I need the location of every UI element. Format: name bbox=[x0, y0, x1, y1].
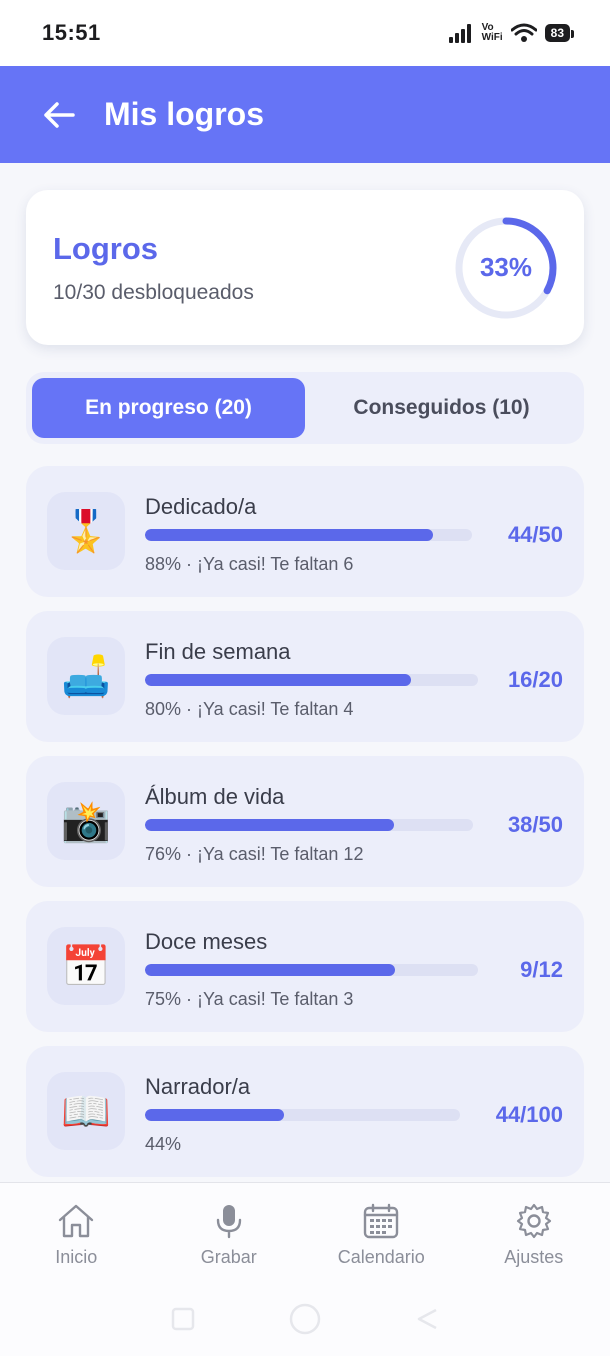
camera-icon: 📸 bbox=[47, 782, 125, 860]
home-icon bbox=[59, 1204, 94, 1238]
achievement-progress-bar bbox=[145, 674, 478, 686]
achievement-card[interactable]: 🛋️ Fin de semana 80% · ¡Ya casi! Te falt… bbox=[26, 611, 584, 742]
app-header: Mis logros bbox=[0, 66, 610, 163]
achievement-name: Doce meses bbox=[145, 929, 268, 954]
achievement-progress-fill bbox=[145, 529, 433, 541]
status-bar: 15:51 Vo WiFi 83 bbox=[0, 0, 610, 66]
vowifi-icon: Vo WiFi bbox=[481, 22, 503, 43]
nav-label: Calendario bbox=[337, 1247, 425, 1267]
progress-ring-label: 33% bbox=[479, 252, 533, 282]
tab-completed[interactable]: Conseguidos (10) bbox=[305, 378, 578, 438]
achievement-count: 9/12 bbox=[520, 957, 563, 982]
recent-apps-icon[interactable] bbox=[170, 1306, 196, 1332]
medal-icon: 🎖️ bbox=[47, 492, 125, 570]
couch-icon: 🛋️ bbox=[47, 637, 125, 715]
wifi-icon bbox=[510, 23, 537, 42]
system-nav-bar bbox=[0, 1282, 610, 1356]
achievement-meta: 80% · ¡Ya casi! Te faltan 4 bbox=[145, 699, 354, 719]
calendar-icon: 📅 bbox=[47, 927, 125, 1005]
summary-card: Logros 10/30 desbloqueados 33% bbox=[26, 190, 584, 345]
status-icons: Vo WiFi 83 bbox=[448, 22, 575, 43]
achievement-meta: 44% bbox=[145, 1134, 182, 1154]
book-icon: 📖 bbox=[47, 1072, 125, 1150]
calendar-icon bbox=[364, 1203, 399, 1239]
achievement-tabs: En progreso (20) Conseguidos (10) bbox=[26, 372, 584, 444]
microphone-icon bbox=[216, 1205, 241, 1239]
page-title: Mis logros bbox=[104, 96, 265, 132]
achievement-name: Álbum de vida bbox=[145, 784, 285, 809]
summary-subtitle: 10/30 desbloqueados bbox=[53, 280, 254, 304]
achievement-progress-fill bbox=[145, 674, 412, 686]
nav-item-record[interactable]: Grabar bbox=[153, 1183, 306, 1282]
arrow-left-icon bbox=[44, 101, 75, 128]
achievement-card[interactable]: 🎖️ Dedicado/a 88% · ¡Ya casi! Te faltan … bbox=[26, 466, 584, 597]
nav-item-home[interactable]: Inicio bbox=[0, 1183, 153, 1282]
achievement-card[interactable]: 📸 Álbum de vida 76% · ¡Ya casi! Te falta… bbox=[26, 756, 584, 887]
nav-item-calendar[interactable]: Calendario bbox=[305, 1183, 458, 1282]
achievement-card[interactable]: 📖 Narrador/a 44% 44/100 bbox=[26, 1046, 584, 1177]
summary-title: Logros bbox=[53, 230, 159, 266]
achievement-name: Narrador/a bbox=[145, 1074, 251, 1099]
achievement-count: 38/50 bbox=[507, 812, 563, 837]
achievement-progress-bar bbox=[145, 1109, 460, 1121]
achievement-progress-fill bbox=[145, 819, 395, 831]
achievement-progress-bar bbox=[145, 964, 478, 976]
achievement-meta: 75% · ¡Ya casi! Te faltan 3 bbox=[145, 989, 354, 1009]
nav-label: Ajustes bbox=[504, 1247, 564, 1267]
bottom-nav: Inicio Grabar Calendario Ajustes bbox=[0, 1182, 610, 1282]
achievement-progress-fill bbox=[145, 964, 395, 976]
achievement-count: 44/50 bbox=[507, 522, 563, 547]
achievement-progress-bar bbox=[145, 819, 473, 831]
achievement-card[interactable]: 📅 Doce meses 75% · ¡Ya casi! Te faltan 3… bbox=[26, 901, 584, 1032]
gear-icon bbox=[516, 1203, 551, 1239]
summary-text: Logros 10/30 desbloqueados bbox=[53, 231, 254, 305]
achievement-progress-bar bbox=[145, 529, 472, 541]
progress-ring: 33% bbox=[454, 216, 558, 320]
achievement-progress-fill bbox=[145, 1109, 284, 1121]
achievement-list: 🎖️ Dedicado/a 88% · ¡Ya casi! Te faltan … bbox=[26, 466, 584, 1191]
achievement-meta: 88% · ¡Ya casi! Te faltan 6 bbox=[145, 554, 354, 574]
achievement-meta: 76% · ¡Ya casi! Te faltan 12 bbox=[145, 844, 364, 864]
achievement-name: Fin de semana bbox=[145, 639, 291, 664]
battery-icon: 83 bbox=[544, 24, 575, 42]
status-time: 15:51 bbox=[42, 20, 101, 45]
achievement-count: 16/20 bbox=[507, 667, 563, 692]
home-button-icon[interactable] bbox=[288, 1302, 322, 1336]
nav-item-settings[interactable]: Ajustes bbox=[458, 1183, 610, 1282]
achievement-count: 44/100 bbox=[495, 1102, 563, 1127]
signal-icon bbox=[448, 24, 471, 43]
back-button[interactable] bbox=[42, 98, 76, 132]
nav-label: Grabar bbox=[200, 1247, 257, 1267]
nav-label: Inicio bbox=[55, 1247, 98, 1267]
back-nav-icon[interactable] bbox=[414, 1306, 440, 1332]
tab-in-progress[interactable]: En progreso (20) bbox=[32, 378, 305, 438]
achievement-name: Dedicado/a bbox=[145, 494, 257, 519]
